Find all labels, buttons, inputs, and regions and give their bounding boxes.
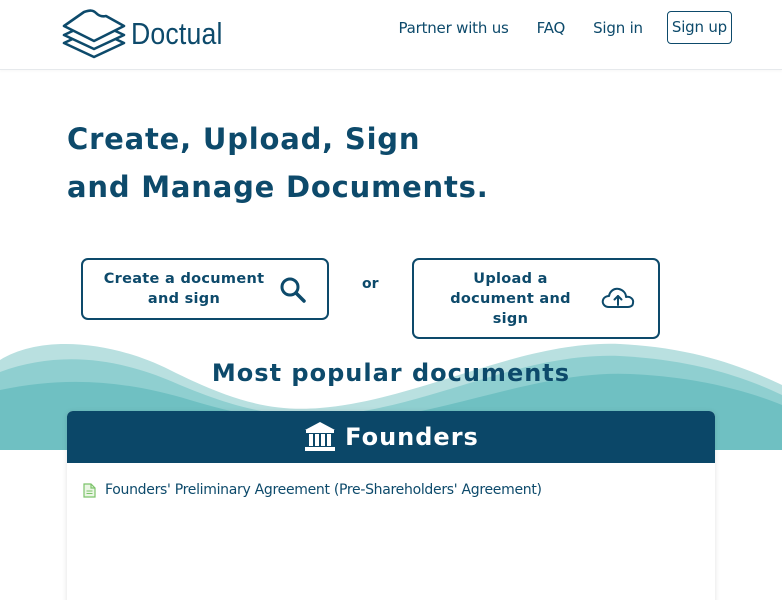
document-link-label: Founders' Preliminary Agreement (Pre-Sha… <box>105 482 542 498</box>
cloud-upload-icon <box>601 287 635 308</box>
nav-signin-link[interactable]: Sign in <box>593 19 643 37</box>
popular-documents-title: Most popular documents <box>211 359 571 387</box>
upload-document-label: Upload a document and sign <box>450 270 571 327</box>
top-header: Doctual Partner with us FAQ Sign in Sign… <box>0 0 782 70</box>
create-document-label: Create a document and sign <box>103 271 265 307</box>
category-panel-founders: Founders Founders' Preliminary Agreement… <box>67 411 715 600</box>
stacked-papers-icon <box>62 9 126 59</box>
hero-title: Create, Upload, Sign and Manage Document… <box>67 115 489 211</box>
upload-document-button[interactable]: Upload a document and sign <box>412 258 660 339</box>
brand-name: Doctual <box>131 16 223 51</box>
bank-icon <box>305 422 336 451</box>
document-icon <box>83 482 96 498</box>
hero-title-line-2: and Manage Documents. <box>67 170 489 204</box>
signup-button[interactable]: Sign up <box>666 11 732 44</box>
create-document-button[interactable]: Create a document and sign <box>81 258 329 320</box>
nav-partner-link[interactable]: Partner with us <box>398 19 508 37</box>
or-separator: or <box>362 276 379 292</box>
category-header[interactable]: Founders <box>67 411 715 463</box>
brand-logo[interactable]: Doctual <box>62 5 238 63</box>
hero-title-line-1: Create, Upload, Sign <box>67 122 421 156</box>
category-title: Founders <box>345 423 479 451</box>
main-nav: Partner with us FAQ Sign in Sign up <box>370 11 732 44</box>
search-icon <box>280 277 306 303</box>
nav-faq-link[interactable]: FAQ <box>537 19 566 37</box>
document-link[interactable]: Founders' Preliminary Agreement (Pre-Sha… <box>83 482 542 498</box>
